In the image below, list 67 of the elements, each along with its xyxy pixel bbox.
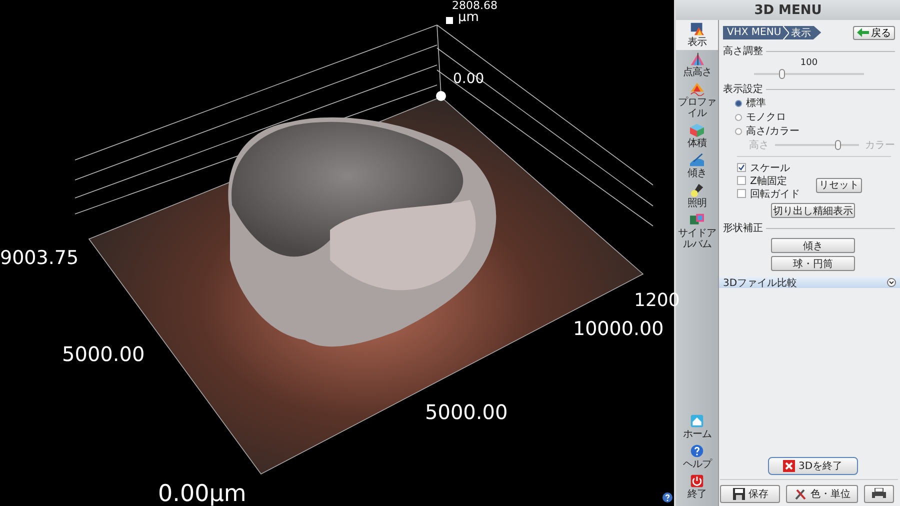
close-icon (783, 460, 796, 472)
sidebar-item[interactable]: 終了 (676, 472, 718, 502)
section-heading: 表示設定 (723, 82, 763, 96)
axis-label: 2808.68 (452, 0, 498, 11)
footer-button[interactable]: 色・単位 (786, 485, 858, 503)
print-button[interactable] (864, 485, 894, 503)
footer-button[interactable]: 保存 (720, 485, 780, 503)
sidebar-item[interactable]: ヘルプ (676, 442, 718, 472)
radio-label[interactable]: 高さ/カラー (746, 124, 800, 138)
axis-label: 5000.00 (62, 344, 145, 364)
help-icon (688, 444, 706, 458)
axis-marker (446, 17, 453, 24)
slider-label: 高さ (749, 138, 769, 152)
radio-button[interactable] (735, 114, 742, 120)
back-button[interactable]: 戻る (853, 26, 895, 40)
window-title: 3D MENU (676, 0, 900, 20)
radio-button[interactable] (735, 100, 742, 106)
help-icon[interactable] (662, 492, 673, 503)
checkbox[interactable] (737, 163, 746, 172)
reset-button[interactable]: リセット (816, 178, 862, 192)
monitor-icon (688, 22, 706, 36)
profile-icon (688, 82, 706, 96)
axis-marker (436, 91, 446, 101)
section-heading: 高さ調整 (723, 44, 763, 58)
sidebar-item[interactable]: 体積 (676, 121, 718, 151)
arrow-left-icon (857, 28, 869, 37)
section-heading: 形状補正 (723, 222, 763, 235)
home-icon (688, 414, 706, 428)
slider-thumb[interactable] (778, 69, 784, 79)
tools-icon (794, 487, 808, 501)
chevron-icon (783, 26, 790, 40)
slider-label: カラー (865, 139, 895, 152)
correction-button[interactable]: 傾き (771, 238, 855, 253)
sidebar-item[interactable]: 点高さ (676, 50, 718, 80)
checkbox[interactable] (737, 189, 746, 198)
correction-button[interactable]: 球・円筒 (771, 256, 855, 271)
sidebar-item[interactable]: サイドアルバム (676, 211, 718, 252)
detail-view-button[interactable]: 切り出し精細表示 (771, 203, 855, 218)
chevron-down-icon[interactable] (887, 278, 896, 287)
album-icon (688, 213, 706, 227)
radio-button[interactable] (735, 128, 742, 134)
axis-label: 10000.00 (573, 320, 664, 339)
exit-3d-button[interactable]: 3Dを終了 (768, 457, 858, 475)
radio-label[interactable]: 標準 (746, 96, 766, 110)
checkbox-label[interactable]: 回転ガイド (750, 186, 800, 200)
cube-icon (688, 123, 706, 137)
sidebar-item[interactable]: 表示 (676, 20, 718, 50)
slider-value: 100 (799, 58, 819, 69)
axis-label: 9003.75 (0, 249, 79, 268)
checkbox-label[interactable]: スケール (750, 160, 790, 174)
collapsible-bar[interactable]: 3Dファイル比較 (719, 277, 900, 288)
slope-icon (688, 153, 706, 167)
printer-icon (871, 488, 887, 500)
radio-label[interactable]: モノクロ (746, 110, 786, 124)
power-icon (688, 474, 706, 488)
checkbox[interactable] (737, 176, 746, 185)
sidebar-item[interactable]: 照明 (676, 181, 718, 211)
sidebar-item[interactable]: プロファイル (676, 80, 718, 121)
peak-icon (688, 52, 706, 66)
checkbox-label[interactable]: Z軸固定 (750, 174, 787, 188)
breadcrumb[interactable]: VHX MENU 表示 (723, 26, 822, 40)
axis-label: µm (458, 11, 479, 24)
sidebar-item[interactable]: ホーム (676, 412, 718, 442)
axis-label: 5000.00 (425, 402, 508, 422)
axis-label: 0.00µm (158, 483, 246, 506)
flashlight-icon (688, 183, 706, 197)
sidebar-item[interactable]: 傾き (676, 151, 718, 181)
